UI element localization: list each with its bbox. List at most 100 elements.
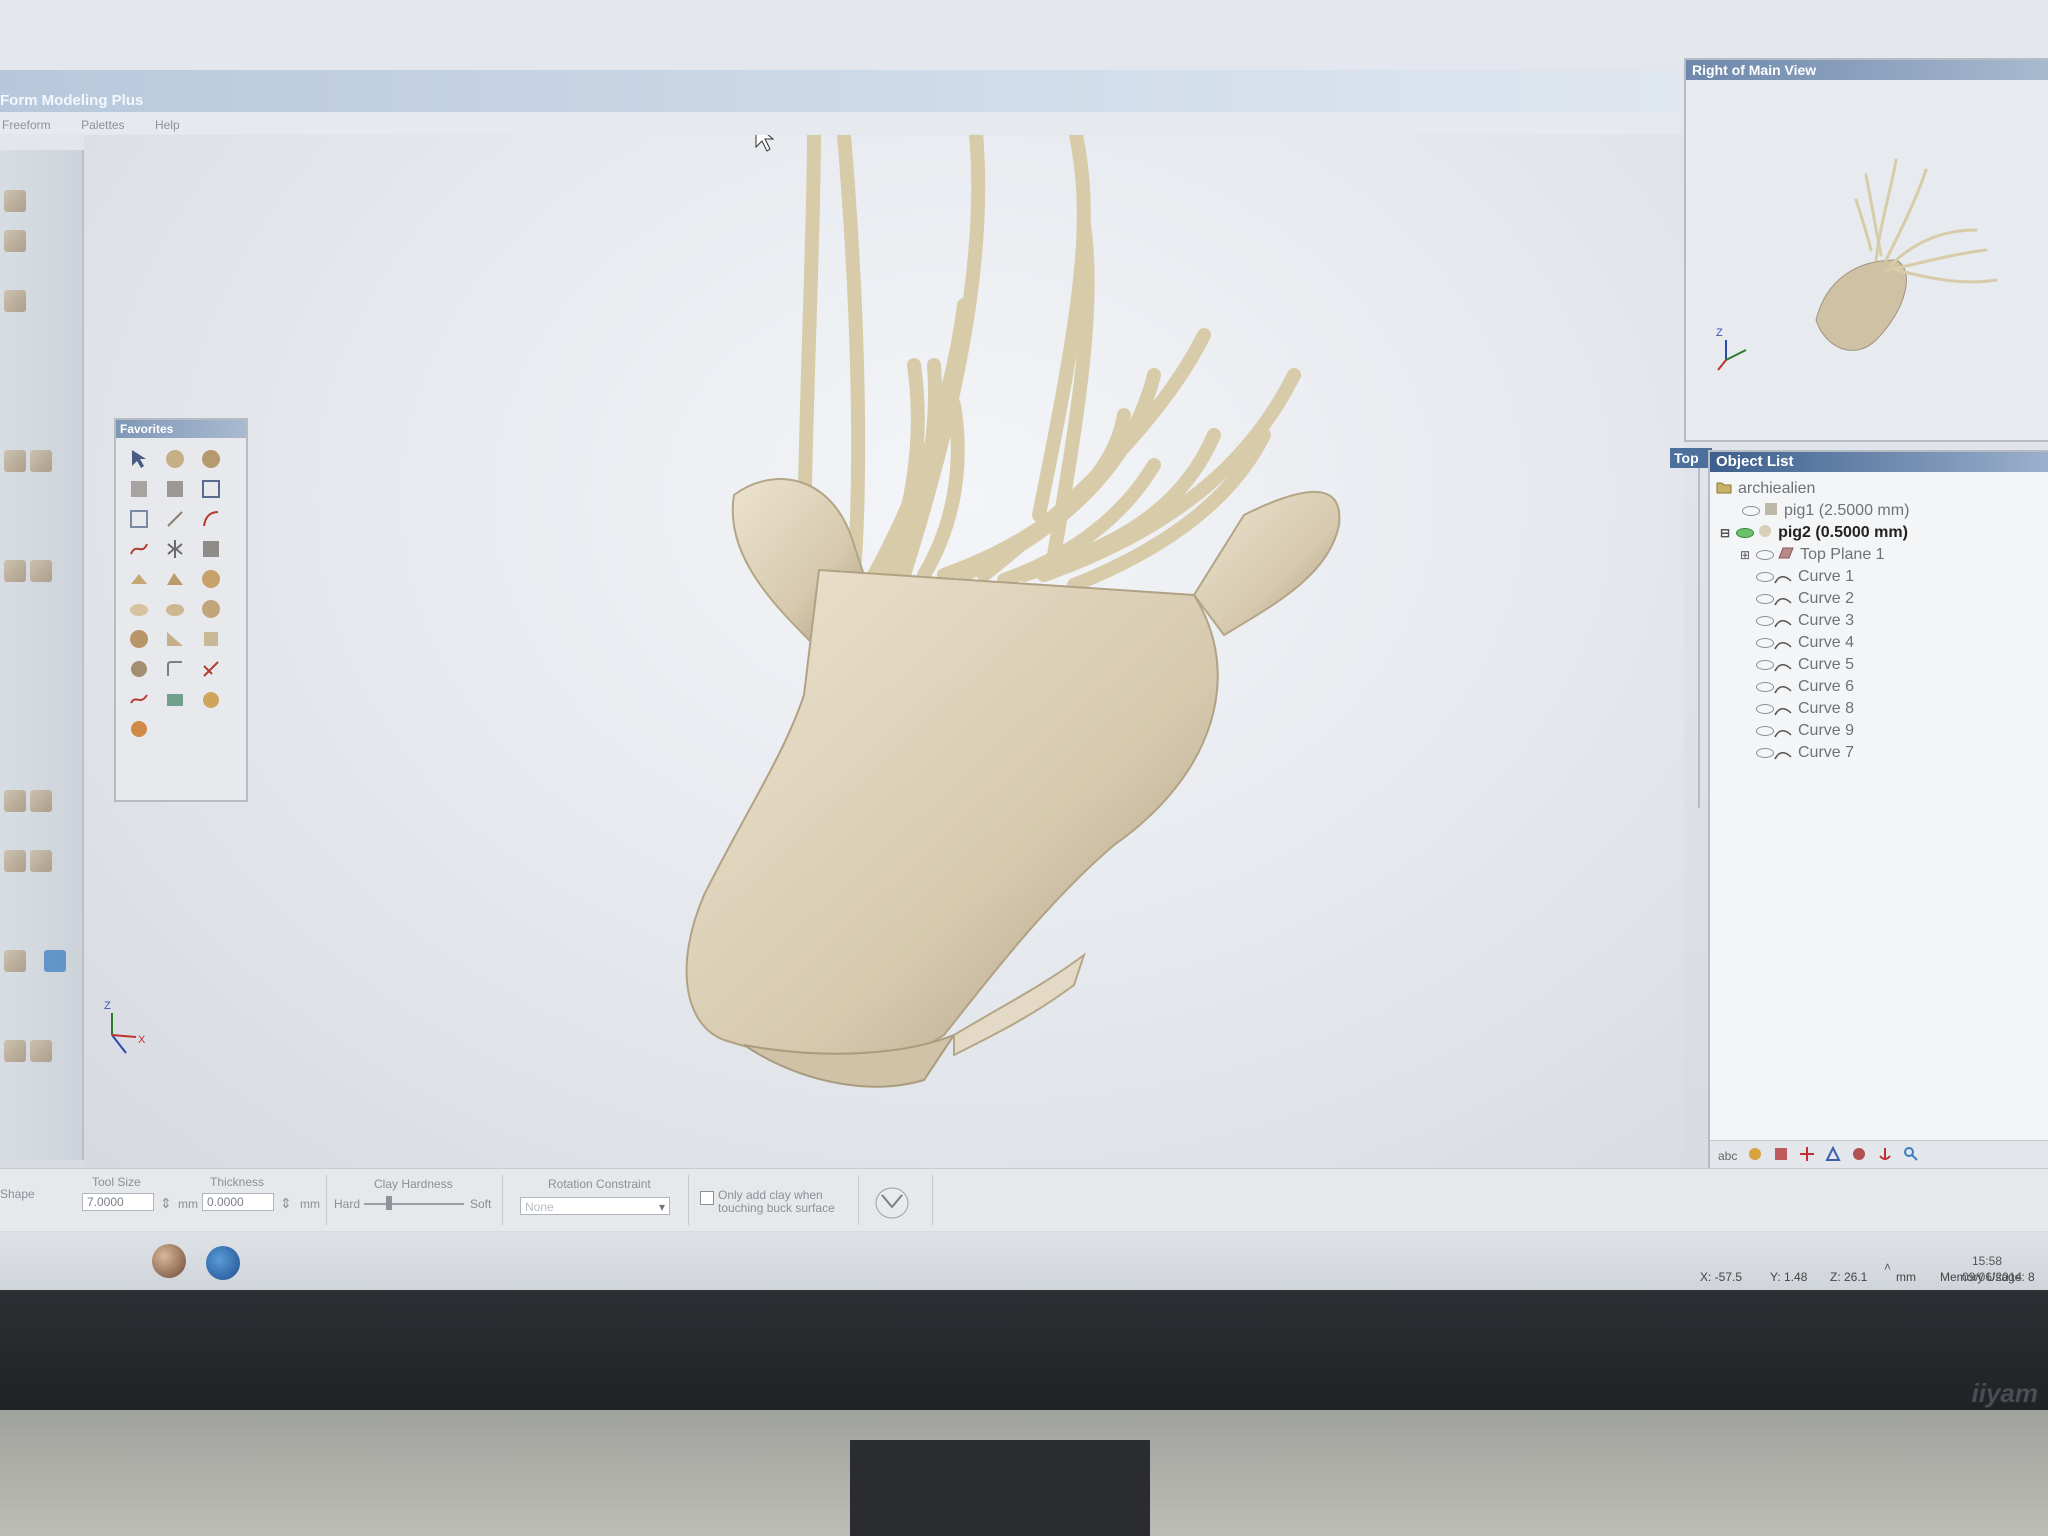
tool-icon[interactable] [4, 560, 26, 582]
list-item[interactable]: archiealien [1716, 478, 1815, 500]
only-add-clay-checkbox[interactable] [700, 1191, 714, 1205]
sweep-tool-icon[interactable] [162, 656, 188, 682]
axis-filter-icon[interactable] [1799, 1146, 1815, 1165]
fillet-tool-icon[interactable] [162, 686, 188, 712]
bucket-tool-icon[interactable] [198, 686, 224, 712]
clay-hardness-slider[interactable] [364, 1203, 464, 1205]
stamp-tool-icon[interactable] [126, 626, 152, 652]
tool-size-stepper[interactable]: ⇕ [160, 1195, 172, 1212]
list-item-label: Curve 4 [1798, 634, 1855, 651]
curve-tool-icon[interactable] [126, 536, 152, 562]
visibility-eye-icon[interactable] [1756, 638, 1774, 648]
tool-icon[interactable] [4, 450, 26, 472]
tool-icon[interactable] [4, 790, 26, 812]
tool-icon[interactable] [44, 950, 66, 972]
tool-size-input[interactable] [82, 1193, 154, 1211]
menu-help[interactable]: Help [155, 118, 180, 132]
list-item[interactable]: Curve 2 [1756, 588, 1854, 610]
list-item[interactable]: Curve 4 [1756, 632, 1854, 654]
visibility-eye-icon[interactable] [1756, 748, 1774, 758]
shell-tool-icon[interactable] [162, 626, 188, 652]
list-item[interactable]: Curve 5 [1756, 654, 1854, 676]
curve-filter-icon[interactable] [1825, 1145, 1841, 1165]
plane-filter-icon[interactable] [1773, 1146, 1789, 1165]
line-tool-icon[interactable] [162, 506, 188, 532]
clay-filter-icon[interactable] [1747, 1146, 1763, 1165]
coord-unit: mm [1896, 1270, 1916, 1284]
emboss-tool-icon[interactable] [198, 596, 224, 622]
thickness-stepper[interactable]: ⇕ [280, 1195, 292, 1212]
box-tool-icon[interactable] [126, 476, 152, 502]
tool-icon[interactable] [4, 290, 26, 312]
menu-palettes[interactable]: Palettes [81, 118, 124, 132]
offset-tool-icon[interactable] [198, 626, 224, 652]
expand-icon[interactable]: ⊞ [1740, 548, 1750, 562]
tool-icon[interactable] [4, 850, 26, 872]
list-item[interactable]: Curve 1 [1756, 566, 1854, 588]
visibility-eye-icon[interactable] [1742, 506, 1760, 516]
sphere-tool-icon[interactable] [198, 446, 224, 472]
clay-hardness-thumb[interactable] [386, 1196, 392, 1210]
tool-icon[interactable] [4, 1040, 26, 1062]
thickness-input[interactable] [202, 1193, 274, 1211]
list-item[interactable]: Curve 8 [1756, 698, 1854, 720]
tool-icon[interactable] [4, 950, 26, 972]
tool-icon[interactable] [30, 850, 52, 872]
select-arrow-icon[interactable] [126, 446, 152, 472]
tool-icon[interactable] [30, 1040, 52, 1062]
sculpt-tool-icon[interactable] [162, 566, 188, 592]
visibility-eye-icon[interactable] [1756, 616, 1774, 626]
tool-icon[interactable] [30, 790, 52, 812]
visibility-eye-icon[interactable] [1756, 594, 1774, 604]
visibility-eye-icon[interactable] [1736, 528, 1755, 538]
tray-up-arrow-icon[interactable]: ˄ [1884, 1260, 1891, 1274]
rotation-constraint-select[interactable]: None ▾ [520, 1197, 670, 1215]
plane-tool-icon[interactable] [126, 506, 152, 532]
grid-tool-icon[interactable] [198, 476, 224, 502]
smudge-tool-icon[interactable] [162, 596, 188, 622]
tool-icon[interactable] [30, 450, 52, 472]
search-icon[interactable] [1903, 1146, 1919, 1165]
visibility-eye-icon[interactable] [1756, 550, 1775, 560]
anchor-filter-icon[interactable] [1877, 1146, 1893, 1165]
mw-app-icon[interactable] [206, 1246, 240, 1280]
carve-tool-icon[interactable] [126, 566, 152, 592]
list-item[interactable]: Curve 6 [1756, 676, 1854, 698]
collapse-icon[interactable]: ⊟ [1720, 526, 1730, 540]
list-item[interactable]: Curve 3 [1756, 610, 1854, 632]
ball-tool-icon[interactable] [126, 716, 152, 742]
tool-options-bar: Shape Tool Size ⇕ mm Thickness ⇕ mm Clay… [0, 1168, 2048, 1231]
tool-preview-icon[interactable] [870, 1181, 914, 1226]
tool-icon[interactable] [4, 230, 26, 252]
tool-icon[interactable] [4, 190, 26, 212]
tab-top[interactable]: Top [1670, 448, 1712, 468]
list-item[interactable]: ⊟ pig2 (0.5000 mm) [1720, 522, 1908, 544]
list-item[interactable]: Curve 9 [1756, 720, 1854, 742]
visibility-eye-icon[interactable] [1756, 726, 1774, 736]
clay-tool-icon[interactable] [198, 566, 224, 592]
list-item[interactable]: ⊞ Top Plane 1 [1740, 544, 1885, 566]
wire-tool-icon[interactable] [126, 686, 152, 712]
visibility-eye-icon[interactable] [1756, 572, 1774, 582]
menu-freeform[interactable]: Freeform [2, 118, 51, 132]
shell-filter-icon[interactable] [1851, 1146, 1867, 1165]
tool-icon[interactable] [30, 560, 52, 582]
right-view-viewport[interactable]: Z [1686, 80, 2048, 436]
visibility-eye-icon[interactable] [1756, 682, 1774, 692]
freeform-app-icon[interactable] [152, 1244, 186, 1278]
paint-tool-icon[interactable] [126, 656, 152, 682]
main-3d-viewport[interactable]: Z X [84, 108, 1684, 1175]
box-tool-icon[interactable] [162, 476, 188, 502]
list-item[interactable]: pig1 (2.5000 mm) [1742, 500, 1909, 522]
smooth-tool-icon[interactable] [126, 596, 152, 622]
arc-tool-icon[interactable] [198, 506, 224, 532]
right-of-main-view-panel: Right of Main View Z [1684, 58, 2048, 442]
sphere-tool-icon[interactable] [162, 446, 188, 472]
visibility-eye-icon[interactable] [1756, 704, 1774, 714]
visibility-eye-icon[interactable] [1756, 660, 1774, 670]
texture-tool-icon[interactable] [198, 536, 224, 562]
mirror-tool-icon[interactable] [162, 536, 188, 562]
list-item[interactable]: Curve 7 [1756, 742, 1854, 764]
text-tool-button[interactable]: abc [1718, 1149, 1737, 1163]
trim-tool-icon[interactable] [198, 656, 224, 682]
